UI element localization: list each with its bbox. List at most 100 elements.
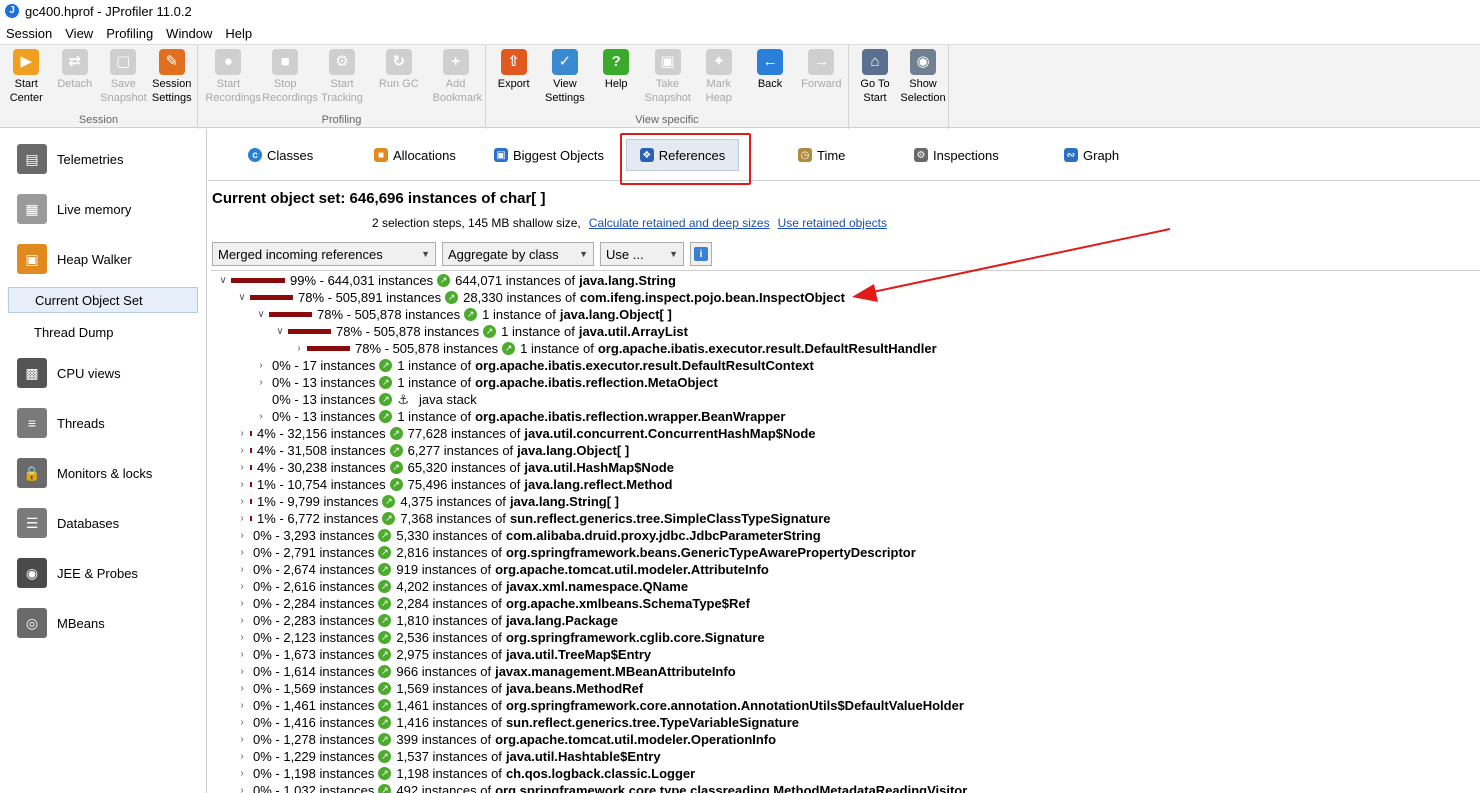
tree-row[interactable]: › 0% - 3,293 instances ↗ 5,330 instances of… [236,527,820,544]
expanded-chevron-icon[interactable]: ∨ [255,309,267,320]
back-button[interactable]: ← Back [747,49,793,91]
tab-classes[interactable]: c Classes [242,139,319,171]
tree-row[interactable]: › 0% - 17 instances ↗ 1 instance of org.apac… [255,357,814,374]
tree-row[interactable]: › 1% - 6,772 instances ↗ 7,368 instances of… [236,510,830,527]
collapsed-chevron-icon[interactable]: › [236,564,248,575]
tree-row[interactable]: › 0% - 1,198 instances ↗ 1,198 instances of… [236,765,695,782]
tree-row[interactable]: › 0% - 1,461 instances ↗ 1,461 instances of… [236,697,964,714]
session-settings-button[interactable]: ✎ Session Settings [149,49,195,105]
tree-row[interactable]: 0% - 13 instances ↗ ⚓ java stack [255,391,477,408]
export-button[interactable]: ⇧ Export [491,49,537,91]
tab-time[interactable]: ◷ Time [792,139,851,171]
collapsed-chevron-icon[interactable]: › [236,428,248,439]
tree-row[interactable]: › 1% - 9,799 instances ↗ 4,375 instances of… [236,493,619,510]
collapsed-chevron-icon[interactable]: › [236,445,248,456]
tree-row[interactable]: › 0% - 1,416 instances ↗ 1,416 instances of… [236,714,799,731]
reference-tree[interactable]: ∨ 99% - 644,031 instances ↗ 644,071 instanc… [211,270,1480,793]
expanded-chevron-icon[interactable]: ∨ [236,292,248,303]
aggregation-select[interactable]: Aggregate by class ▼ [442,242,594,266]
detach-button[interactable]: ⇄ Detach [52,49,98,91]
sidebar-item-live-memory[interactable]: ▦ Live memory [0,189,206,229]
tree-row[interactable]: › 0% - 1,278 instances ↗ 399 instances of or… [236,731,776,748]
expanded-chevron-icon[interactable]: ∨ [217,275,229,286]
menu-window[interactable]: Window [166,26,212,41]
sidebar-item-mbeans[interactable]: ◎ MBeans [0,603,206,643]
view-settings-button[interactable]: ✓ View Settings [542,49,588,105]
forward-button[interactable]: → Forward [798,49,844,91]
take-snapshot-button[interactable]: ▣ Take Snapshot [645,49,691,105]
collapsed-chevron-icon[interactable]: › [236,700,248,711]
tree-row[interactable]: ∨ 78% - 505,878 instances ↗ 1 instance of ja… [255,306,671,323]
menu-view[interactable]: View [65,26,93,41]
tab-graph[interactable]: ∾ Graph [1058,139,1125,171]
tree-row[interactable]: › 0% - 1,032 instances ↗ 492 instances of or… [236,782,967,793]
collapsed-chevron-icon[interactable]: › [236,717,248,728]
collapsed-chevron-icon[interactable]: › [236,479,248,490]
save-snapshot-button[interactable]: ▢ Save Snapshot [100,49,147,105]
collapsed-chevron-icon[interactable]: › [236,615,248,626]
tree-row[interactable]: › 0% - 2,791 instances ↗ 2,816 instances of… [236,544,915,561]
sidebar-sub-thread-dump[interactable]: Thread Dump [8,319,198,345]
collapsed-chevron-icon[interactable]: › [255,360,267,371]
collapsed-chevron-icon[interactable]: › [236,547,248,558]
menu-profiling[interactable]: Profiling [106,26,153,41]
sidebar-item-jee-probes[interactable]: ◉ JEE & Probes [0,553,206,593]
tree-row[interactable]: ∨ 78% - 505,891 instances ↗ 28,330 instance… [236,289,845,306]
collapsed-chevron-icon[interactable]: › [236,513,248,524]
menu-help[interactable]: Help [225,26,252,41]
collapsed-chevron-icon[interactable]: › [236,734,248,745]
collapsed-chevron-icon[interactable]: › [236,581,248,592]
collapsed-chevron-icon[interactable]: › [236,632,248,643]
sidebar-item-databases[interactable]: ☰ Databases [0,503,206,543]
sidebar-item-cpu-views[interactable]: ▩ CPU views [0,353,206,393]
tree-row[interactable]: › 0% - 2,123 instances ↗ 2,536 instances of… [236,629,764,646]
collapsed-chevron-icon[interactable]: › [255,411,267,422]
tree-row[interactable]: › 78% - 505,878 instances ↗ 1 instance of or… [293,340,936,357]
tree-row[interactable]: › 0% - 2,616 instances ↗ 4,202 instances of… [236,578,688,595]
collapsed-chevron-icon[interactable]: › [293,343,305,354]
tree-row[interactable]: › 1% - 10,754 instances ↗ 75,496 instances … [236,476,672,493]
sidebar-sub-current-object-set[interactable]: Current Object Set [8,287,198,313]
collapsed-chevron-icon[interactable]: › [236,598,248,609]
info-button[interactable]: i [690,242,712,266]
tree-row[interactable]: › 4% - 32,156 instances ↗ 77,628 instances … [236,425,815,442]
menu-session[interactable]: Session [6,26,52,41]
collapsed-chevron-icon[interactable]: › [255,377,267,388]
start-recordings-button[interactable]: ● Start Recordings [205,49,261,105]
expanded-chevron-icon[interactable]: ∨ [274,326,286,337]
tree-row[interactable]: › 0% - 13 instances ↗ 1 instance of org.apac… [255,408,785,425]
help-button[interactable]: ? Help [593,49,639,91]
collapsed-chevron-icon[interactable]: › [236,683,248,694]
tree-row[interactable]: › 0% - 1,229 instances ↗ 1,537 instances of… [236,748,660,765]
reference-mode-select[interactable]: Merged incoming references ▼ [212,242,436,266]
mark-heap-button[interactable]: ✦ Mark Heap [696,49,742,105]
sidebar-item-heap-walker[interactable]: ▣ Heap Walker [0,239,206,279]
add-bookmark-button[interactable]: + Add Bookmark [433,49,482,105]
collapsed-chevron-icon[interactable]: › [236,649,248,660]
tree-row[interactable]: › 0% - 1,614 instances ↗ 966 instances of ja… [236,663,735,680]
use-button[interactable]: Use ... ▼ [600,242,684,266]
collapsed-chevron-icon[interactable]: › [236,751,248,762]
collapsed-chevron-icon[interactable]: › [236,530,248,541]
stop-recordings-button[interactable]: ■ Stop Recordings [262,49,318,105]
tree-row[interactable]: › 4% - 31,508 instances ↗ 6,277 instances o… [236,442,629,459]
tree-row[interactable]: ∨ 99% - 644,031 instances ↗ 644,071 instanc… [217,272,676,289]
collapsed-chevron-icon[interactable]: › [236,462,248,473]
sidebar-item-monitors-locks[interactable]: 🔒 Monitors & locks [0,453,206,493]
collapsed-chevron-icon[interactable]: › [236,785,248,793]
start-center-button[interactable]: ▶ Start Center [3,49,49,105]
tree-row[interactable]: › 0% - 2,284 instances ↗ 2,284 instances of… [236,595,750,612]
tab-biggest-objects[interactable]: ▣ Biggest Objects [488,139,610,171]
start-tracking-button[interactable]: ⚙ Start Tracking [319,49,365,105]
use-retained-link[interactable]: Use retained objects [778,216,887,230]
run-gc-button[interactable]: ↻ Run GC [376,49,422,91]
calculate-retained-link[interactable]: Calculate retained and deep sizes [589,216,770,230]
tree-row[interactable]: › 0% - 2,674 instances ↗ 919 instances of or… [236,561,769,578]
go-to-start-button[interactable]: ⌂ Go To Start [852,49,898,105]
tree-row[interactable]: › 0% - 13 instances ↗ 1 instance of org.apac… [255,374,717,391]
tree-row[interactable]: › 0% - 1,673 instances ↗ 2,975 instances of… [236,646,651,663]
tree-row[interactable]: › 0% - 1,569 instances ↗ 1,569 instances of… [236,680,643,697]
tab-inspections[interactable]: ⚙ Inspections [908,139,1005,171]
tree-row[interactable]: ∨ 78% - 505,878 instances ↗ 1 instance of ja… [274,323,688,340]
collapsed-chevron-icon[interactable]: › [236,768,248,779]
